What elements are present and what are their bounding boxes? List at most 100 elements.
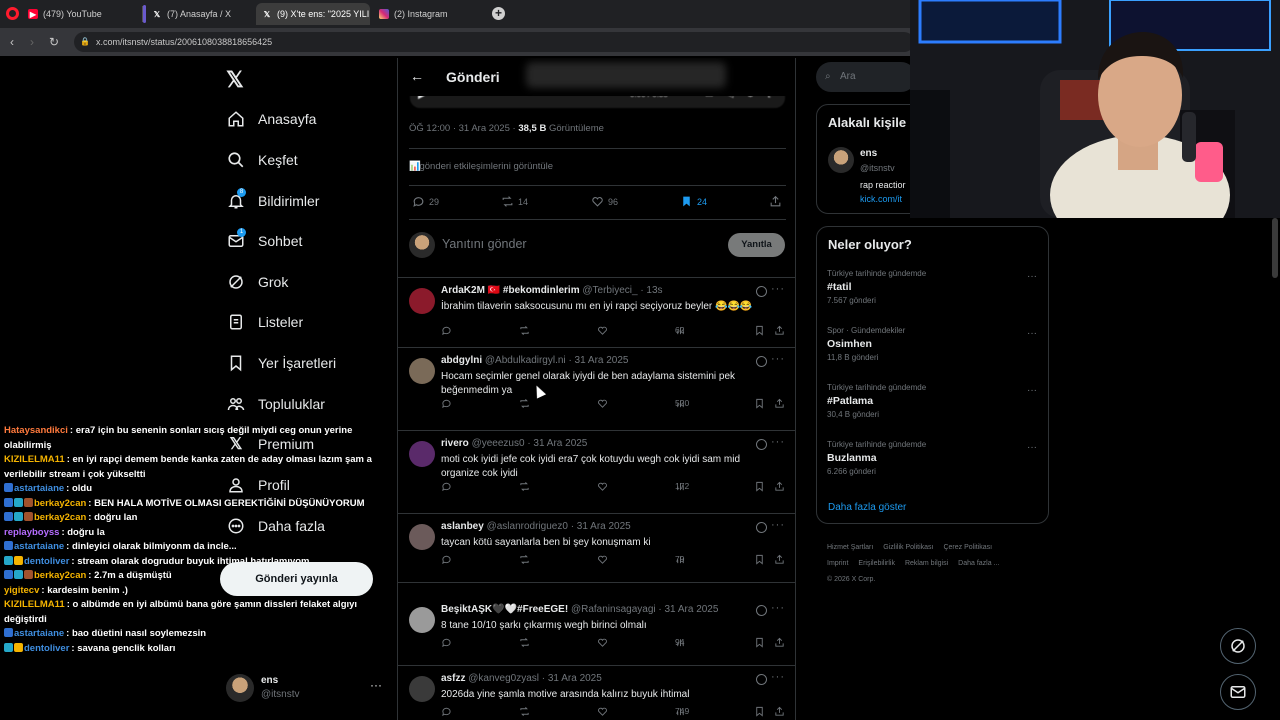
nav-item-bookmarks[interactable]: Yer İşaretleri bbox=[227, 351, 336, 375]
footer-link[interactable]: Erişilebilirlik bbox=[858, 560, 895, 567]
scrollbar[interactable] bbox=[1272, 218, 1278, 278]
heart-icon[interactable] bbox=[597, 398, 611, 409]
reply-item[interactable]: aslanbey @aslanrodriguez0 · 31 Ara 2025 ·… bbox=[398, 514, 795, 583]
reply-input[interactable]: Yanıtını gönder bbox=[442, 237, 527, 251]
reply-item[interactable]: asfzz @kanveg0zyasl · 31 Ara 2025 ··· 2026… bbox=[398, 666, 795, 720]
messages-fab[interactable] bbox=[1220, 674, 1256, 710]
avatar[interactable] bbox=[409, 524, 435, 550]
footer-link[interactable]: Reklam bilgisi bbox=[905, 560, 948, 567]
reply-icon[interactable] bbox=[441, 481, 455, 492]
grok-icon[interactable] bbox=[756, 522, 767, 533]
forward-icon[interactable]: › bbox=[24, 34, 40, 50]
reply-icon[interactable] bbox=[441, 398, 455, 409]
post-button[interactable]: Gönderi yayınla bbox=[220, 562, 373, 596]
account-more-icon[interactable]: ··· bbox=[370, 678, 382, 692]
tab-youtube[interactable]: ▶ (479) YouTube bbox=[22, 3, 140, 25]
opera-logo-icon[interactable] bbox=[6, 7, 19, 20]
tab-x-status[interactable]: 𝕏 (9) X'te ens: "2025 YILI "E bbox=[256, 3, 370, 25]
bookmark-icon[interactable] bbox=[754, 325, 768, 336]
reply-icon[interactable] bbox=[441, 554, 455, 565]
back-arrow-icon[interactable]: ← bbox=[410, 68, 424, 84]
views-action[interactable]: 94 bbox=[675, 637, 689, 648]
reply-author[interactable]: ArdaK2M 🇹🇷 #bekomdinlerim bbox=[441, 285, 580, 296]
bookmark-icon[interactable] bbox=[754, 398, 768, 409]
trend-item[interactable]: Spor · Gündemdekiler Osimhen 11,8 B gönder… bbox=[827, 326, 1037, 362]
like-action[interactable]: 96 bbox=[591, 195, 618, 208]
reply-submit-button[interactable]: Yanıtla bbox=[728, 233, 785, 257]
footer-link[interactable]: Çerez Politikası bbox=[943, 544, 992, 551]
avatar[interactable] bbox=[409, 358, 435, 384]
footer-link[interactable]: © 2026 X Corp. bbox=[827, 576, 875, 583]
reply-action[interactable]: 29 bbox=[412, 195, 439, 208]
more-options-icon[interactable]: ··· bbox=[771, 353, 785, 365]
footer-link[interactable]: Gizlilik Politikası bbox=[883, 544, 933, 551]
heart-icon[interactable] bbox=[597, 325, 611, 336]
share-icon[interactable] bbox=[774, 325, 788, 336]
person-link[interactable]: kick.com/it bbox=[860, 194, 902, 204]
account-switcher[interactable]: ens @itsnstv ··· bbox=[226, 672, 386, 706]
reply-author[interactable]: aslanbey bbox=[441, 521, 484, 532]
more-options-icon[interactable]: ··· bbox=[1027, 328, 1037, 339]
bookmark-action[interactable]: 24 bbox=[680, 195, 707, 208]
heart-icon[interactable] bbox=[597, 481, 611, 492]
grok-icon[interactable] bbox=[756, 439, 767, 450]
footer-link[interactable]: Hizmet Şartları bbox=[827, 544, 873, 551]
more-options-icon[interactable]: ··· bbox=[771, 283, 785, 295]
x-logo-icon[interactable]: 𝕏 bbox=[226, 67, 244, 93]
reply-author[interactable]: rivero bbox=[441, 438, 469, 449]
avatar[interactable] bbox=[409, 607, 435, 633]
reply-item[interactable]: abdgylni @Abdulkadirgyl.ni · 31 Ara 2025… bbox=[398, 348, 795, 431]
reload-icon[interactable]: ↻ bbox=[46, 34, 62, 50]
more-options-icon[interactable]: ··· bbox=[771, 519, 785, 531]
nav-item-communities[interactable]: Topluluklar bbox=[227, 392, 325, 416]
more-options-icon[interactable]: ··· bbox=[771, 436, 785, 448]
repost-icon[interactable] bbox=[519, 325, 533, 336]
reply-icon[interactable] bbox=[441, 325, 455, 336]
share-icon[interactable] bbox=[774, 481, 788, 492]
trend-item[interactable]: Türkiye tarihinde gündemde #tatil 7.567 gö… bbox=[827, 269, 1037, 305]
share-icon[interactable] bbox=[774, 398, 788, 409]
view-engagements-link[interactable]: 📊 gönderi etkileşimlerini görüntüle bbox=[409, 161, 553, 172]
heart-icon[interactable] bbox=[597, 554, 611, 565]
more-options-icon[interactable]: ··· bbox=[1027, 385, 1037, 396]
back-icon[interactable]: ‹ bbox=[4, 34, 20, 50]
tab-x-home[interactable]: 𝕏 (7) Anasayfa / X bbox=[146, 3, 254, 25]
views-action[interactable]: 520 bbox=[675, 398, 689, 409]
reply-item[interactable]: BeşiktAŞK🖤🤍#FreeEGE! @Rafaninsagayagi · … bbox=[398, 597, 795, 666]
nav-item-notifications[interactable]: 8 Bildirimler bbox=[227, 188, 319, 213]
avatar[interactable] bbox=[828, 147, 854, 173]
grok-fab[interactable] bbox=[1220, 628, 1256, 664]
avatar[interactable] bbox=[409, 288, 435, 314]
more-options-icon[interactable]: ··· bbox=[771, 602, 785, 614]
reply-icon[interactable] bbox=[441, 637, 455, 648]
trend-item[interactable]: Türkiye tarihinde gündemde #Patlama 30,4 B… bbox=[827, 383, 1037, 419]
avatar[interactable] bbox=[409, 441, 435, 467]
grok-icon[interactable] bbox=[756, 356, 767, 367]
repost-icon[interactable] bbox=[519, 554, 533, 565]
reply-author[interactable]: BeşiktAŞK🖤🤍#FreeEGE! bbox=[441, 604, 568, 615]
footer-link[interactable]: Imprint bbox=[827, 560, 848, 567]
repost-icon[interactable] bbox=[519, 398, 533, 409]
person-name[interactable]: ens bbox=[860, 148, 877, 159]
reply-author[interactable]: asfzz bbox=[441, 673, 465, 684]
nav-item-explore[interactable]: Keşfet bbox=[227, 148, 298, 172]
bookmark-icon[interactable] bbox=[754, 637, 768, 648]
show-more-link[interactable]: Daha fazla göster bbox=[828, 502, 906, 513]
nav-item-lists[interactable]: Listeler bbox=[227, 310, 303, 334]
repost-icon[interactable] bbox=[519, 481, 533, 492]
more-options-icon[interactable]: ··· bbox=[1027, 271, 1037, 282]
grok-icon[interactable] bbox=[756, 674, 767, 685]
search-input[interactable]: ⌕ Ara bbox=[816, 62, 916, 92]
footer-link[interactable]: Daha fazla ... bbox=[958, 560, 999, 567]
bookmark-icon[interactable] bbox=[754, 481, 768, 492]
new-tab-button[interactable]: + bbox=[492, 7, 505, 20]
views-action[interactable]: 172 bbox=[675, 481, 689, 492]
grok-icon[interactable] bbox=[756, 286, 767, 297]
share-action[interactable] bbox=[769, 195, 786, 208]
views-action[interactable]: 79 bbox=[675, 554, 689, 565]
bookmark-icon[interactable] bbox=[754, 706, 768, 717]
repost-action[interactable]: 14 bbox=[501, 195, 528, 208]
more-options-icon[interactable]: ··· bbox=[1027, 442, 1037, 453]
share-icon[interactable] bbox=[774, 706, 788, 717]
repost-icon[interactable] bbox=[519, 706, 533, 717]
